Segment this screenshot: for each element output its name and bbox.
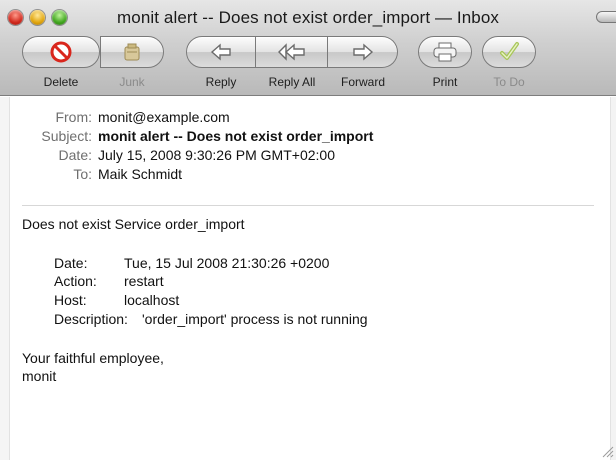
resize-grip-icon[interactable] [600, 444, 614, 458]
reply-arrow-icon [210, 43, 231, 61]
from-value[interactable]: monit@example.com [98, 109, 230, 125]
detail-description-value: 'order_import' process is not running [142, 311, 368, 327]
toolbar-toggle-button[interactable] [596, 11, 616, 23]
reply-button[interactable] [186, 36, 256, 68]
print-button-label[interactable]: Print [418, 75, 472, 89]
mail-message-window: monit alert -- Does not exist order_impo… [0, 0, 616, 460]
reply-button-label[interactable]: Reply [186, 75, 256, 89]
title-bar[interactable]: monit alert -- Does not exist order_impo… [0, 0, 616, 34]
from-label: From: [55, 109, 92, 125]
reply-all-arrow-icon [277, 43, 305, 61]
print-button[interactable] [418, 36, 472, 68]
detail-host-label: Host: [54, 292, 87, 308]
window-title: monit alert -- Does not exist order_impo… [117, 8, 499, 27]
detail-date-value: Tue, 15 Jul 2008 21:30:26 +0200 [124, 255, 330, 271]
detail-action-label: Action: [54, 273, 97, 289]
delete-button-label[interactable]: Delete [22, 75, 100, 89]
window-left-edge [0, 97, 10, 460]
delete-button[interactable] [22, 36, 100, 68]
todo-button-label[interactable]: To Do [482, 75, 536, 89]
forward-button[interactable] [328, 36, 398, 68]
date-label: Date: [58, 147, 92, 163]
junk-button-label[interactable]: Junk [100, 75, 164, 89]
printer-icon [433, 42, 457, 62]
header-divider [22, 205, 594, 206]
body-signature: monit [22, 368, 57, 384]
subject-label: Subject: [41, 128, 92, 144]
checkmark-icon [500, 42, 519, 60]
subject-value: monit alert -- Does not exist order_impo… [98, 128, 374, 144]
detail-date-label: Date: [54, 255, 88, 271]
forward-button-label[interactable]: Forward [328, 75, 398, 89]
reply-all-button[interactable] [256, 36, 328, 68]
no-entry-icon [50, 41, 72, 63]
forward-arrow-icon [352, 43, 373, 61]
date-value: July 15, 2008 9:30:26 PM GMT+02:00 [98, 147, 335, 163]
window-chrome: monit alert -- Does not exist order_impo… [0, 0, 616, 96]
detail-action-value: restart [124, 273, 164, 289]
message-headers: From: monit@example.com Subject: monit a… [10, 97, 610, 207]
junk-bag-icon [124, 43, 140, 61]
reply-all-button-label[interactable]: Reply All [256, 75, 328, 89]
body-intro: Does not exist Service order_import [22, 216, 245, 232]
to-value[interactable]: Maik Schmidt [98, 166, 182, 182]
todo-button[interactable] [482, 36, 536, 68]
body-closing: Your faithful employee, [22, 350, 164, 366]
junk-button[interactable] [100, 36, 164, 68]
detail-description-label: Description: [54, 311, 128, 327]
window-right-edge [610, 97, 616, 460]
detail-host-value: localhost [124, 292, 180, 308]
to-label: To: [73, 166, 92, 182]
